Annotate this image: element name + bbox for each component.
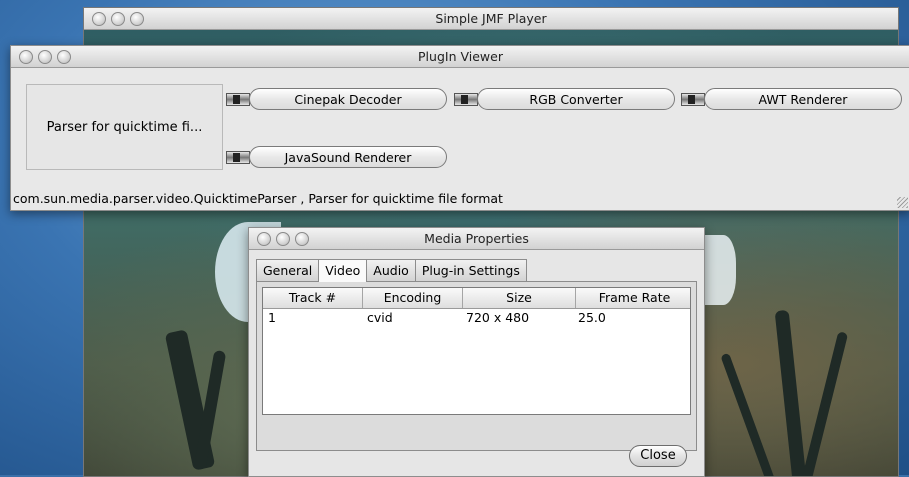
close-window-icon[interactable] — [92, 12, 106, 26]
parser-node[interactable]: Parser for quicktime fi... — [26, 84, 223, 170]
minimize-window-icon[interactable] — [111, 12, 125, 26]
node-awt-renderer[interactable]: AWT Renderer — [704, 88, 902, 110]
node-label: JavaSound Renderer — [284, 149, 412, 165]
video-highlight — [704, 235, 736, 305]
tab-video[interactable]: Video — [318, 259, 368, 282]
video-plant — [774, 309, 808, 476]
parser-node-label: Parser for quicktime fi... — [46, 119, 203, 135]
tab-plugin-settings[interactable]: Plug-in Settings — [414, 259, 527, 281]
tracks-table: Track # Encoding Size Frame Rate 1 cvid … — [262, 287, 691, 415]
window-controls — [19, 50, 71, 64]
connector-icon — [226, 151, 250, 164]
node-cinepak-decoder[interactable]: Cinepak Decoder — [249, 88, 447, 110]
video-plant — [799, 331, 849, 476]
window-controls — [257, 232, 309, 246]
plugin-viewer-window: PlugIn Viewer Parser for quicktime fi...… — [10, 45, 909, 211]
zoom-window-icon[interactable] — [130, 12, 144, 26]
video-tab-panel: Track # Encoding Size Frame Rate 1 cvid … — [256, 281, 697, 451]
jmf-player-title: Simple JMF Player — [435, 11, 547, 26]
node-label: RGB Converter — [529, 91, 623, 107]
column-header[interactable]: Size — [463, 288, 576, 308]
connector-icon — [454, 93, 478, 106]
minimize-window-icon[interactable] — [38, 50, 52, 64]
table-header: Track # Encoding Size Frame Rate — [263, 288, 690, 309]
video-plant — [720, 352, 777, 476]
media-properties-titlebar[interactable]: Media Properties — [249, 228, 704, 250]
media-properties-window: Media Properties General Video Audio Plu… — [248, 227, 705, 477]
connector-icon — [681, 93, 705, 106]
zoom-window-icon[interactable] — [57, 50, 71, 64]
media-properties-body: General Video Audio Plug-in Settings Tra… — [249, 250, 704, 476]
column-header[interactable]: Encoding — [363, 288, 463, 308]
window-controls — [92, 12, 144, 26]
resize-grip-icon[interactable] — [897, 197, 908, 208]
close-button[interactable]: Close — [629, 445, 687, 467]
table-cell: cvid — [367, 310, 393, 325]
close-window-icon[interactable] — [19, 50, 33, 64]
table-row[interactable]: 1 cvid 720 x 480 25.0 — [263, 309, 690, 327]
connector-icon — [226, 93, 250, 106]
media-properties-title: Media Properties — [424, 231, 529, 246]
column-header[interactable]: Track # — [263, 288, 363, 308]
plugin-viewer-title: PlugIn Viewer — [418, 49, 503, 64]
column-header[interactable]: Frame Rate — [576, 288, 693, 308]
tab-audio[interactable]: Audio — [366, 259, 416, 281]
plugin-viewer-titlebar[interactable]: PlugIn Viewer — [11, 46, 909, 68]
plugin-graph-area: Parser for quicktime fi... Cinepak Decod… — [11, 68, 909, 210]
zoom-window-icon[interactable] — [295, 232, 309, 246]
node-rgb-converter[interactable]: RGB Converter — [477, 88, 675, 110]
tab-general[interactable]: General — [256, 259, 320, 281]
close-window-icon[interactable] — [257, 232, 271, 246]
plugin-status-text: com.sun.media.parser.video.QuicktimePars… — [13, 191, 503, 206]
table-cell: 25.0 — [578, 310, 606, 325]
jmf-player-titlebar[interactable]: Simple JMF Player — [84, 8, 898, 30]
node-javasound-renderer[interactable]: JavaSound Renderer — [249, 146, 447, 168]
tab-bar: General Video Audio Plug-in Settings — [256, 259, 527, 282]
table-cell: 1 — [268, 310, 276, 325]
node-label: AWT Renderer — [758, 91, 848, 107]
minimize-window-icon[interactable] — [276, 232, 290, 246]
node-label: Cinepak Decoder — [294, 91, 402, 107]
table-cell: 720 x 480 — [466, 310, 530, 325]
